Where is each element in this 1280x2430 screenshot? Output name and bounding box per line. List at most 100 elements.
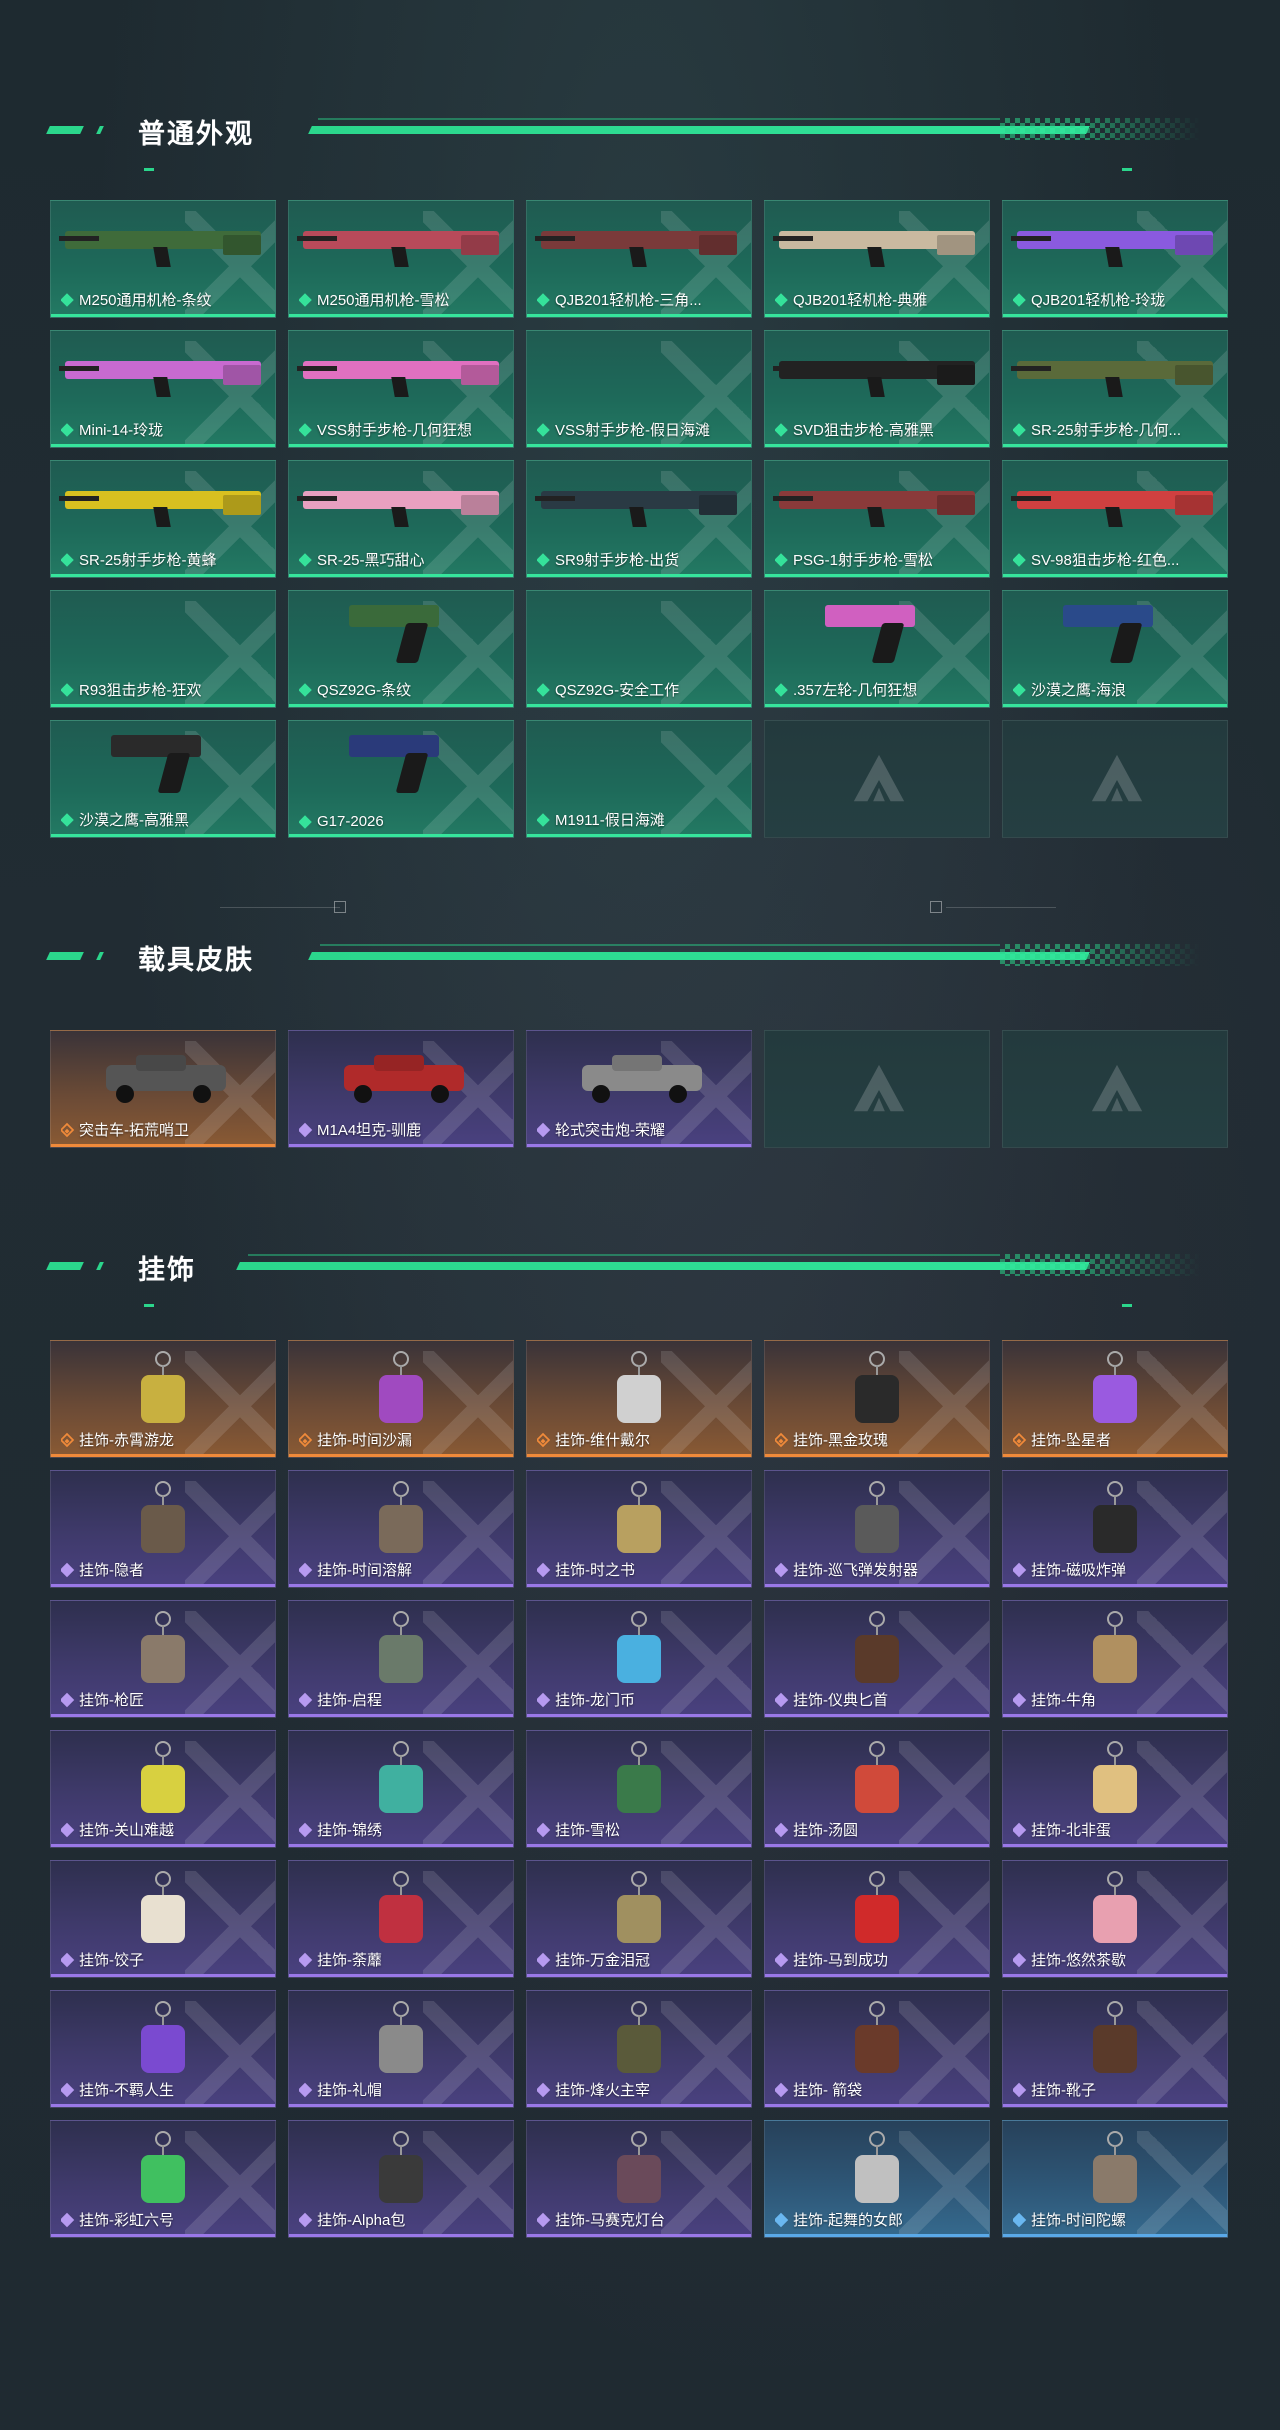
item-card[interactable]: M250通用机枪-条纹 [50, 200, 276, 318]
rarity-icon [1013, 422, 1026, 437]
item-label: 沙漠之鹰-高雅黑 [61, 809, 267, 830]
item-card[interactable]: SVD狙击步枪-高雅黑 [764, 330, 990, 448]
item-card[interactable]: 挂饰-锦绣 [288, 1730, 514, 1848]
item-card[interactable]: QJB201轻机枪-三角... [526, 200, 752, 318]
section-header-charms: 挂饰 [46, 1246, 1200, 1307]
vehicle-wheel [592, 1085, 610, 1103]
rarity-icon [61, 682, 74, 697]
item-card[interactable]: 挂饰-维什戴尔 [526, 1340, 752, 1458]
item-card[interactable]: M250通用机枪-雪松 [288, 200, 514, 318]
rarity-icon [299, 1432, 313, 1447]
item-card[interactable]: 挂饰-磁吸炸弹 [1002, 1470, 1228, 1588]
item-card[interactable]: 挂饰-巡飞弹发射器 [764, 1470, 990, 1588]
item-name: VSS射手步枪-假日海滩 [555, 422, 711, 439]
item-card[interactable]: 挂饰-烽火主宰 [526, 1990, 752, 2108]
item-label: G17-2026 [299, 813, 505, 830]
item-card[interactable]: 挂饰-时间溶解 [288, 1470, 514, 1588]
item-label: 挂饰-巡飞弹发射器 [775, 1559, 981, 1580]
item-card[interactable]: 挂饰-Alpha包 [288, 2120, 514, 2238]
section-title: 挂饰 [138, 1255, 196, 1285]
item-art [51, 2121, 275, 2211]
item-card[interactable]: 挂饰-悠然茶歇 [1002, 1860, 1228, 1978]
item-card[interactable]: 挂饰-关山难越 [50, 1730, 276, 1848]
item-card[interactable]: SV-98狙击步枪-红色... [1002, 460, 1228, 578]
item-card[interactable]: 挂饰-时之书 [526, 1470, 752, 1588]
item-card[interactable]: PSG-1射手步枪-雪松 [764, 460, 990, 578]
item-card[interactable]: 沙漠之鹰-海浪 [1002, 590, 1228, 708]
item-card[interactable]: 挂饰-彩虹六号 [50, 2120, 276, 2238]
item-art [1003, 1341, 1227, 1431]
item-card[interactable]: 挂饰-启程 [288, 1600, 514, 1718]
item-label: R93狙击步枪-狂欢 [61, 679, 267, 700]
charm-image [1085, 1871, 1145, 1951]
item-card[interactable]: QJB201轻机枪-玲珑 [1002, 200, 1228, 318]
item-card[interactable]: VSS射手步枪-假日海滩 [526, 330, 752, 448]
item-card[interactable]: 沙漠之鹰-高雅黑 [50, 720, 276, 838]
rarity-icon [299, 1952, 313, 1967]
item-card[interactable]: 挂饰-万金泪冠 [526, 1860, 752, 1978]
item-name: 挂饰-锦绣 [317, 1822, 382, 1839]
item-card[interactable]: VSS射手步枪-几何狂想 [288, 330, 514, 448]
item-card[interactable]: 挂饰-起舞的女郎 [764, 2120, 990, 2238]
weapon-image [59, 361, 261, 397]
item-card[interactable]: SR-25-黑巧甜心 [288, 460, 514, 578]
item-card[interactable]: .357左轮-几何狂想 [764, 590, 990, 708]
item-card[interactable]: 挂饰-马赛克灯台 [526, 2120, 752, 2238]
charm-body [1093, 1375, 1137, 1423]
rarity-icon [1013, 682, 1026, 697]
item-card[interactable]: 挂饰-饺子 [50, 1860, 276, 1978]
charm-chain [400, 1495, 402, 1505]
header-checker-pattern [1000, 118, 1200, 140]
item-card[interactable]: 挂饰-赤霄游龙 [50, 1340, 276, 1458]
charm-chain [638, 1885, 640, 1895]
item-art [289, 1731, 513, 1821]
rarity-icon [537, 552, 550, 567]
item-art [765, 1861, 989, 1951]
item-card[interactable]: R93狙击步枪-狂欢 [50, 590, 276, 708]
item-card[interactable]: SR-25射手步枪-几何... [1002, 330, 1228, 448]
rarity-icon [537, 1562, 551, 1577]
item-card[interactable]: SR9射手步枪-出货 [526, 460, 752, 578]
pistol-grip [395, 623, 429, 663]
item-card[interactable]: SR-25射手步枪-黄蜂 [50, 460, 276, 578]
rarity-icon [299, 2212, 313, 2227]
item-card[interactable]: 挂饰- 箭袋 [764, 1990, 990, 2108]
item-card[interactable]: 挂饰-汤圆 [764, 1730, 990, 1848]
item-card[interactable]: 挂饰-黑金玫瑰 [764, 1340, 990, 1458]
item-card[interactable]: M1A4坦克-驯鹿 [288, 1030, 514, 1148]
item-card[interactable]: 挂饰-靴子 [1002, 1990, 1228, 2108]
charm-chain [162, 1495, 164, 1505]
item-card[interactable]: Mini-14-玲珑 [50, 330, 276, 448]
item-card[interactable]: 挂饰-时间沙漏 [288, 1340, 514, 1458]
item-name: QJB201轻机枪-三角... [555, 292, 702, 309]
item-label: 挂饰-马到成功 [775, 1949, 981, 1970]
item-card[interactable]: 轮式突击炮-荣耀 [526, 1030, 752, 1148]
charm-image [847, 1741, 907, 1821]
item-label: 突击车-拓荒哨卫 [61, 1119, 267, 1140]
item-card[interactable]: 挂饰-雪松 [526, 1730, 752, 1848]
charm-chain [876, 2015, 878, 2025]
item-card[interactable]: QJB201轻机枪-典雅 [764, 200, 990, 318]
item-card[interactable]: G17-2026 [288, 720, 514, 838]
item-card[interactable]: M1911-假日海滩 [526, 720, 752, 838]
item-card[interactable]: 挂饰-隐者 [50, 1470, 276, 1588]
rarity-icon [775, 682, 788, 697]
item-card[interactable]: 挂饰-时间陀螺 [1002, 2120, 1228, 2238]
item-card[interactable]: 挂饰-枪匠 [50, 1600, 276, 1718]
item-card[interactable]: 挂饰-荼蘼 [288, 1860, 514, 1978]
item-card[interactable]: 挂饰-龙门币 [526, 1600, 752, 1718]
item-art [51, 331, 275, 421]
item-card[interactable]: 突击车-拓荒哨卫 [50, 1030, 276, 1148]
item-card[interactable]: 挂饰-不羁人生 [50, 1990, 276, 2108]
item-card[interactable]: 挂饰-仪典匕首 [764, 1600, 990, 1718]
vehicle-wheel [116, 1085, 134, 1103]
item-card[interactable]: 挂饰-礼帽 [288, 1990, 514, 2108]
charm-image [133, 1611, 193, 1691]
item-card[interactable]: 挂饰-坠星者 [1002, 1340, 1228, 1458]
item-card[interactable]: QSZ92G-安全工作 [526, 590, 752, 708]
item-card[interactable]: 挂饰-北非蛋 [1002, 1730, 1228, 1848]
item-card[interactable]: 挂饰-牛角 [1002, 1600, 1228, 1718]
item-card[interactable]: 挂饰-马到成功 [764, 1860, 990, 1978]
rarity-icon [537, 2212, 551, 2227]
item-card[interactable]: QSZ92G-条纹 [288, 590, 514, 708]
